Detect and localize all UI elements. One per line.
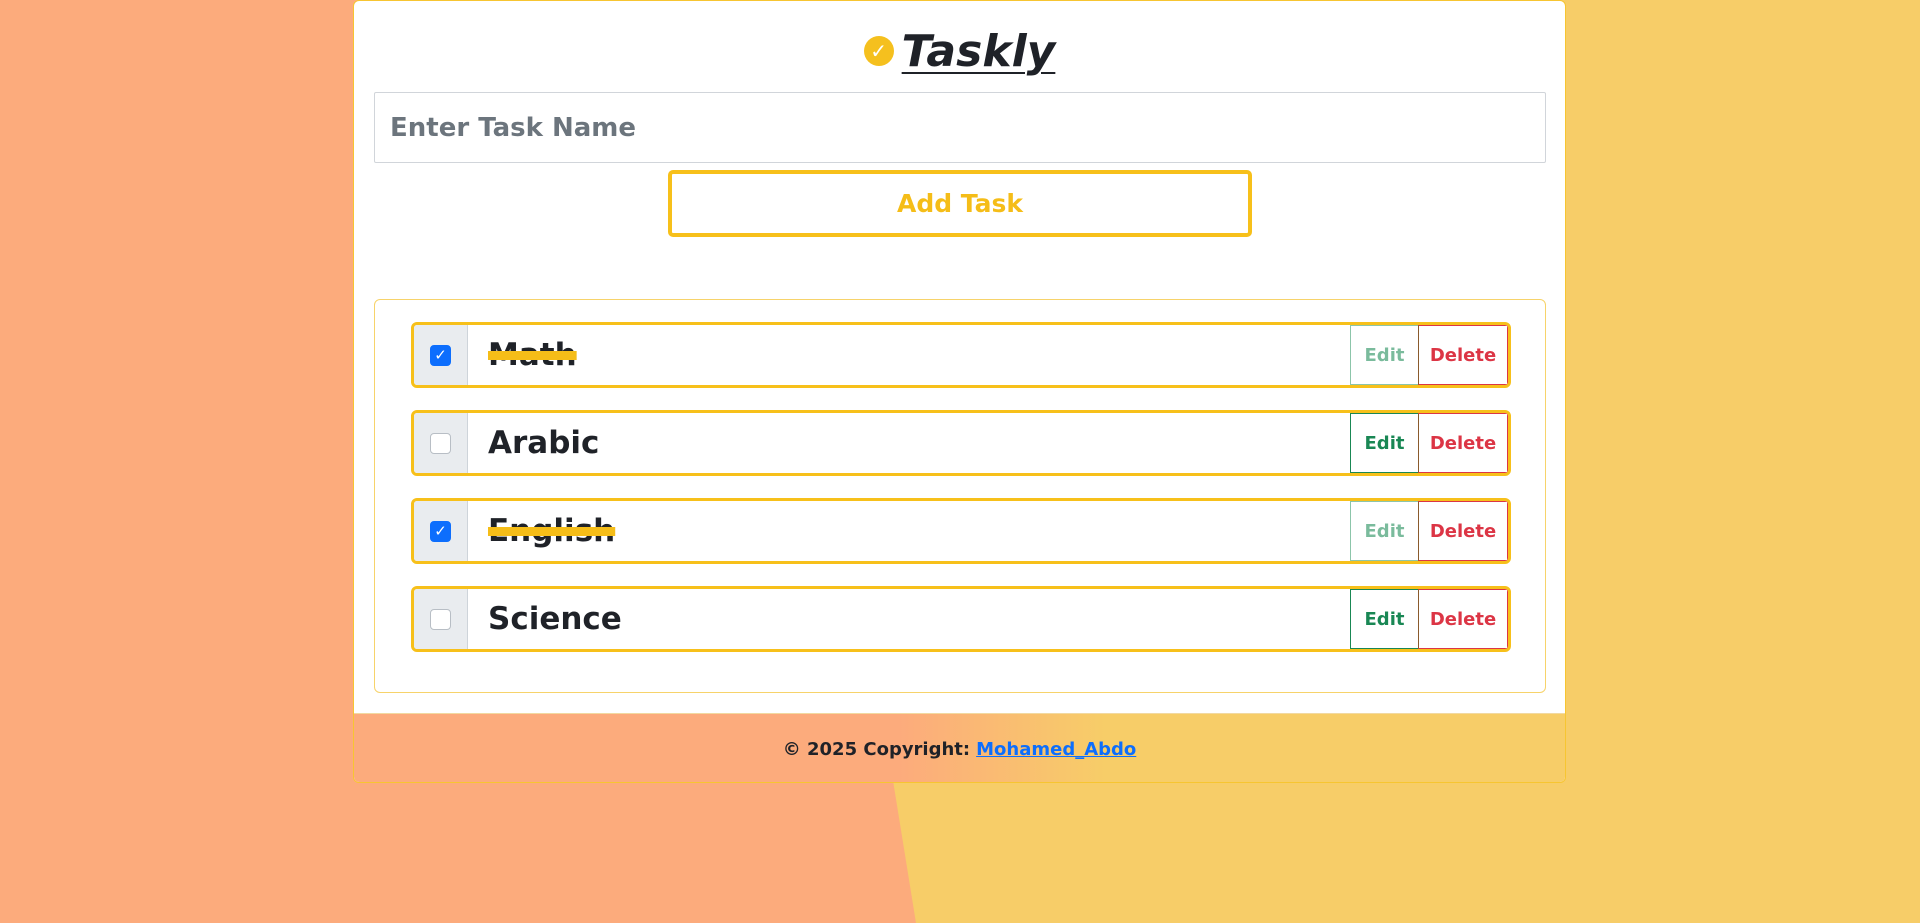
task-name-text: Arabic [488, 425, 600, 461]
task-name: English [468, 501, 1350, 561]
task-checkbox-cell: ✓ [414, 501, 468, 561]
task-checkbox[interactable] [430, 432, 451, 454]
task-item: Science Edit Delete [411, 586, 1511, 652]
task-checkbox-cell [414, 413, 468, 473]
delete-task-button[interactable]: Delete [1418, 413, 1508, 473]
delete-task-button[interactable]: Delete [1418, 325, 1508, 385]
edit-task-button[interactable]: Edit [1350, 413, 1418, 473]
task-name: Arabic [468, 413, 1350, 473]
task-name-text: English [488, 513, 616, 549]
edit-task-button[interactable]: Edit [1350, 589, 1418, 649]
footer: © 2025 Copyright: Mohamed_Abdo [354, 713, 1565, 782]
check-circle-icon: ✓ [863, 36, 894, 66]
task-item: ✓ English Edit Delete [411, 498, 1511, 564]
task-name-text: Math [488, 337, 577, 373]
task-checkbox[interactable] [430, 608, 451, 630]
task-checkbox[interactable]: ✓ [430, 520, 451, 542]
task-checkbox-cell: ✓ [414, 325, 468, 385]
edit-task-button[interactable]: Edit [1350, 325, 1418, 385]
task-item: ✓ Math Edit Delete [411, 322, 1511, 388]
task-name-text: Science [488, 601, 622, 637]
app-header: ✓ Taskly [354, 23, 1565, 79]
copyright-text: © 2025 Copyright: [782, 739, 971, 760]
author-link[interactable]: Mohamed_Abdo [976, 739, 1136, 760]
task-list: ✓ Math Edit Delete Arabic Edit Delete ✓ … [374, 299, 1546, 693]
delete-task-button[interactable]: Delete [1418, 589, 1508, 649]
task-name-input[interactable] [374, 92, 1546, 163]
app-card: ✓ Taskly Add Task ✓ Math Edit Delete Ara… [353, 0, 1566, 783]
delete-task-button[interactable]: Delete [1418, 501, 1508, 561]
task-checkbox-cell [414, 589, 468, 649]
app-title: Taskly [901, 25, 1056, 77]
task-name: Math [468, 325, 1350, 385]
add-task-button[interactable]: Add Task [668, 170, 1252, 237]
task-item: Arabic Edit Delete [411, 410, 1511, 476]
edit-task-button[interactable]: Edit [1350, 501, 1418, 561]
task-name: Science [468, 589, 1350, 649]
task-checkbox[interactable]: ✓ [430, 344, 451, 366]
